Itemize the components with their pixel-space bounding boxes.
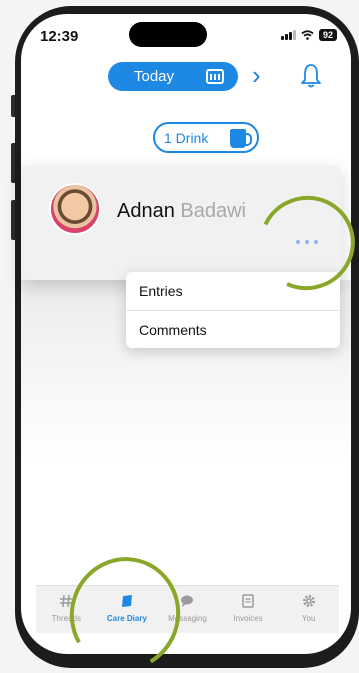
child-last-name: Badawi bbox=[180, 200, 247, 222]
drink-count-label: 1 Drink bbox=[164, 129, 209, 146]
tab-invoices[interactable]: Invoices bbox=[218, 586, 279, 633]
status-icons: 92 bbox=[280, 29, 337, 41]
date-label: Today bbox=[134, 68, 175, 85]
tab-you[interactable]: You bbox=[278, 586, 339, 633]
tab-label: You bbox=[301, 614, 316, 623]
child-avatar bbox=[49, 183, 101, 235]
battery-level: 92 bbox=[318, 29, 337, 41]
chat-bubble-icon bbox=[181, 595, 194, 607]
wifi-icon bbox=[301, 30, 314, 40]
gear-icon bbox=[302, 595, 315, 607]
date-selector[interactable]: Today bbox=[108, 62, 238, 91]
dynamic-island bbox=[129, 22, 207, 47]
signal-icon bbox=[280, 30, 296, 40]
child-name: Adnan Badawi bbox=[117, 200, 246, 223]
status-time: 12:39 bbox=[40, 28, 79, 45]
bell-icon[interactable] bbox=[299, 62, 323, 90]
menu-item-comments[interactable]: Comments bbox=[126, 310, 340, 348]
child-first-name: Adnan bbox=[117, 200, 175, 222]
mug-icon bbox=[230, 129, 252, 148]
invoice-icon bbox=[242, 594, 254, 608]
drink-badge[interactable]: 1 Drink bbox=[153, 122, 259, 153]
calendar-icon[interactable] bbox=[206, 69, 224, 84]
chevron-right-icon[interactable]: › bbox=[252, 60, 261, 90]
tab-label: Invoices bbox=[233, 614, 263, 623]
